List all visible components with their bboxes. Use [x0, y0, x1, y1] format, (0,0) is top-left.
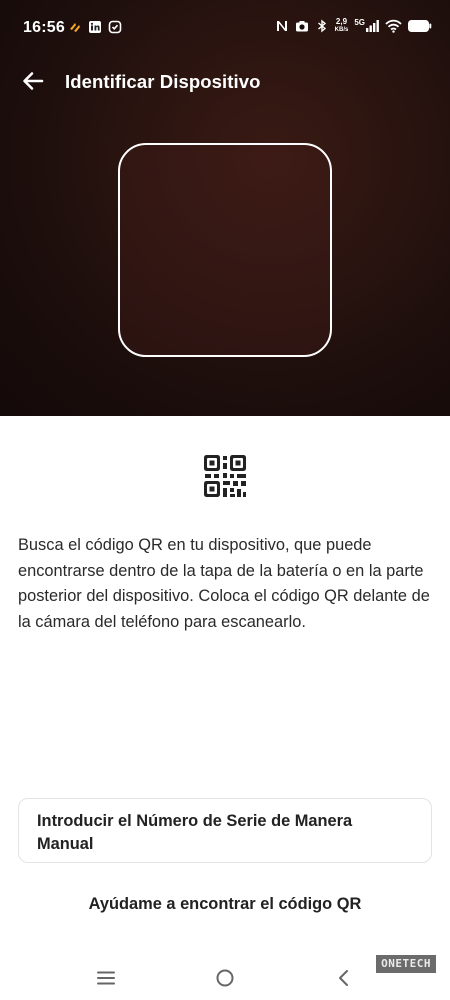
signal-group: 5G — [354, 18, 379, 32]
battery-icon — [408, 20, 432, 32]
nfc-icon — [276, 21, 287, 31]
chevron-left-icon[interactable] — [332, 966, 356, 990]
menu-icon[interactable] — [94, 966, 118, 990]
manual-serial-entry-button[interactable]: Introducir el Número de Serie de Manera … — [18, 798, 432, 863]
status-time: 16:56 — [23, 19, 65, 36]
app-bar: Identificar Dispositivo — [0, 60, 450, 104]
notification-icon — [70, 23, 80, 32]
home-icon[interactable] — [213, 966, 237, 990]
network-type: 5G — [354, 18, 365, 27]
speed-value: 2,9 — [335, 17, 348, 26]
wifi-icon — [385, 19, 402, 33]
camera-viewfinder: 16:56 2,9 KB/s 5G Identificar Dispositiv… — [0, 0, 450, 416]
status-bar: 16:56 2,9 KB/s 5G — [0, 0, 450, 56]
qr-scan-frame — [118, 143, 332, 357]
status-left-icons — [68, 20, 122, 34]
camera-icon — [295, 21, 308, 32]
linkedin-icon — [89, 21, 101, 33]
page-title: Identificar Dispositivo — [65, 71, 261, 92]
find-qr-help-link[interactable]: Ayúdame a encontrar el código QR — [0, 895, 450, 914]
network-speed: 2,9 KB/s — [335, 18, 349, 34]
bluetooth-icon — [317, 19, 326, 33]
status-right-icons: 2,9 KB/s 5G — [275, 18, 432, 34]
manual-serial-entry-label: Introducir el Número de Serie de Manera … — [37, 812, 353, 853]
watermark: ONETECH — [376, 955, 436, 973]
signal-icon — [366, 20, 379, 32]
arrow-left-icon[interactable] — [20, 68, 46, 94]
qr-code-icon — [204, 455, 246, 497]
speed-unit: KB/s — [334, 27, 349, 33]
instructions-text: Busca el código QR en tu dispositivo, qu… — [18, 536, 430, 631]
shield-icon — [108, 20, 122, 34]
